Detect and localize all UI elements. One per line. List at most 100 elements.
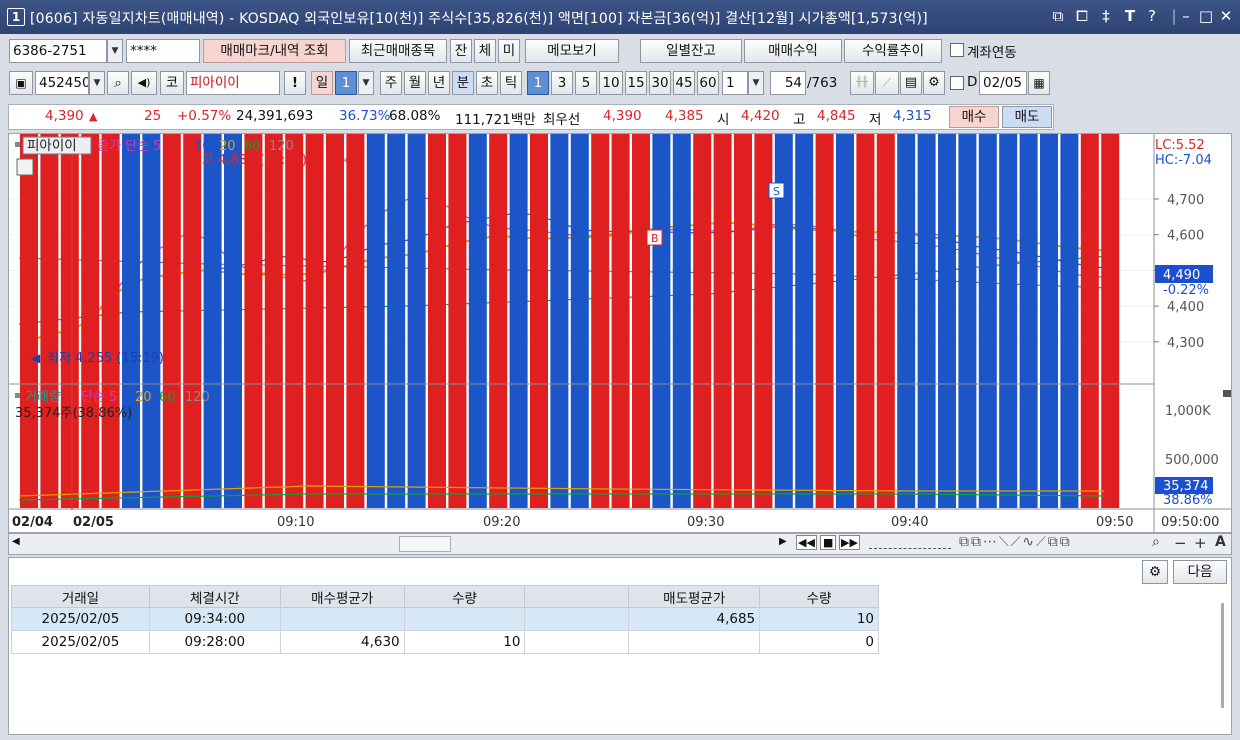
price-change: 25 [144,108,162,124]
chart-menu-icon[interactable]: ▣ [9,71,33,95]
vertical-scrollbar[interactable] [1221,603,1224,708]
unit-field[interactable]: 1 [722,71,748,95]
title-bar[interactable]: 1 [0606] 자동일지차트(매매내역) - KOSDAQ 외국인보유[10(… [0,0,1240,34]
stop-icon[interactable]: ■ [820,535,837,550]
trade-history-panel: ⚙ 다음 거래일 체결시간 매수평균가 수량 매도평균가 수량 2025/02/… [8,557,1232,735]
period-day-count-button[interactable]: 1 [335,71,357,95]
minute-30-button[interactable]: 30 [649,71,671,95]
help-icon[interactable]: ? [1144,7,1160,25]
text-icon[interactable]: T [1122,7,1138,25]
balance-button[interactable]: 잔 [450,39,472,63]
rewind-icon[interactable]: ◀◀ [796,535,817,550]
chart-svg[interactable]: 피아이이 종가 단순 5 10 20 60 120 최고 4,830 (09:1… [9,134,1231,532]
count-field[interactable]: 54 [770,71,806,95]
recent-trades-button[interactable]: 최근매매종목 [349,39,447,63]
calendar-icon[interactable]: ▦ [1028,71,1050,95]
buy-button[interactable]: 매수 [949,106,999,128]
period-minute-button[interactable]: 분 [452,71,474,95]
total-count: /763 [807,75,838,91]
search-icon[interactable]: ⌕ [107,71,129,95]
volume-bar [876,134,895,508]
play-icon[interactable]: ▶▶ [839,535,860,550]
zoom-in-icon[interactable]: + [1194,534,1207,552]
trade-mark-query-button[interactable]: 매매마크/내역 조회 [203,39,346,63]
market-button[interactable]: 코 [160,71,184,95]
volume-tick-1000k: 1,000K [1165,404,1211,419]
volume-bar [734,134,752,508]
chart-scroll-bar[interactable]: ◀ ▶ ◀◀ ■ ▶▶ ⧉⧉⋯⟍⟋∿⟋⧉⧉ ⌕ − + A [8,533,1232,555]
scroll-thumb[interactable] [399,536,451,552]
zoom-out-icon[interactable]: − [1174,534,1187,552]
minute-5-button[interactable]: 5 [575,71,597,95]
memo-button[interactable]: 메모보기 [525,39,619,63]
stock-info-button[interactable]: ! [284,71,306,95]
high-annotation: 최고 4,830 (09:13) [190,153,307,168]
speed-slider[interactable] [869,538,951,549]
executed-button[interactable]: 체 [474,39,496,63]
maximize-icon[interactable]: □ [1198,7,1214,25]
table-toggle-icon[interactable] [16,158,34,176]
date-checkbox[interactable] [950,76,964,90]
table-row[interactable]: 2025/02/05 09:34:00 4,685 10 [11,607,879,631]
scroll-left-icon[interactable]: ◀ [12,536,20,547]
window-number-icon[interactable]: 1 [7,8,25,26]
date-field[interactable]: 02/05 [979,71,1027,95]
volume-bar [468,134,487,508]
unit-dropdown-icon[interactable]: ▼ [748,71,764,95]
period-second-button[interactable]: 초 [476,71,498,95]
date-label: D [967,74,978,90]
period-day-button[interactable]: 일 [311,71,333,95]
font-size-icon[interactable]: A [1215,534,1226,550]
account-link-checkbox[interactable] [950,43,964,57]
period-week-button[interactable]: 주 [380,71,402,95]
line-style-icon[interactable]: ⟋ [875,71,899,95]
col-buy-avg: 매수평균가 [279,585,405,608]
gear-icon[interactable]: ⚙ [923,71,945,95]
return-trend-button[interactable]: 수익률추이 [844,39,942,63]
password-field[interactable]: **** [126,39,200,63]
stock-name-field[interactable]: 피아이이 [186,71,280,95]
drawing-tools-icon[interactable]: ⧉⧉⋯⟍⟋∿⟋⧉⧉ [959,534,1072,550]
minimize-icon[interactable]: – [1178,7,1194,25]
period-tick-button[interactable]: 틱 [500,71,522,95]
zoom-icon[interactable]: ⌕ [1152,534,1160,550]
candle-style-icon[interactable]: ╫╫ [850,71,874,95]
minute-3-button[interactable]: 3 [551,71,573,95]
stock-code-dropdown-icon[interactable]: ▼ [89,71,105,95]
volume-bar [856,134,875,508]
table-row[interactable]: 2025/02/05 09:28:00 4,630 10 0 [11,630,879,654]
minute-45-button[interactable]: 45 [673,71,695,95]
chart-area[interactable]: 피아이이 종가 단순 5 10 20 60 120 최고 4,830 (09:1… [8,133,1232,533]
volume-bar [978,134,997,508]
account-field[interactable]: 6386-2751 [9,39,107,63]
restore-layout-icon[interactable]: ⧉ [1050,7,1066,25]
unfilled-button[interactable]: 미 [498,39,520,63]
stock-code-field[interactable]: 452450 [35,71,89,95]
save-icon[interactable]: ▤ [900,71,922,95]
panel-close-icon[interactable] [1223,390,1231,397]
minute-60-button[interactable]: 60 [697,71,719,95]
minute-15-button[interactable]: 15 [625,71,647,95]
account-dropdown-icon[interactable]: ▼ [107,39,123,63]
sound-icon[interactable]: ◀) [131,71,157,95]
pin-icon[interactable]: ‡ [1098,7,1114,25]
settings-button[interactable]: ⚙ [1142,560,1168,584]
minute-1-button[interactable]: 1 [527,71,549,95]
next-button[interactable]: 다음 [1173,560,1227,584]
stock-name-label: 피아이이 [27,138,77,154]
volume-bar [142,134,161,508]
window-title: [0606] 자동일지차트(매매내역) - KOSDAQ 외국인보유[10(천)… [30,11,928,27]
volume-bar [917,134,936,508]
period-year-button[interactable]: 년 [428,71,450,95]
close-icon[interactable]: ✕ [1218,7,1234,25]
sell-button[interactable]: 매도 [1002,106,1052,128]
scroll-right-icon[interactable]: ▶ [779,536,787,547]
copy-window-icon[interactable]: ⧠ [1074,7,1090,25]
trade-profit-button[interactable]: 매매수익 [744,39,842,63]
period-dropdown-icon[interactable]: ▼ [358,71,374,95]
daily-balance-button[interactable]: 일별잔고 [640,39,742,63]
volume-bar [326,134,344,508]
period-month-button[interactable]: 월 [404,71,426,95]
open-label: 시 [717,112,730,128]
minute-10-button[interactable]: 10 [599,71,623,95]
